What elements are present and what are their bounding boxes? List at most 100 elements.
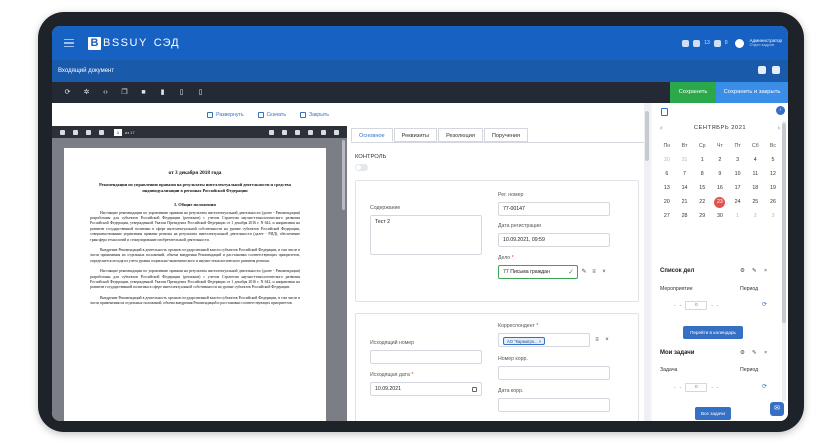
- viewer-scrollbar[interactable]: [342, 140, 345, 210]
- calendar-day[interactable]: 21: [676, 199, 694, 205]
- refresh-icon[interactable]: ⟳: [762, 383, 767, 390]
- tasks-count[interactable]: 0: [685, 383, 708, 392]
- copy-icon[interactable]: ❐: [121, 89, 128, 96]
- calendar-day[interactable]: 2: [711, 157, 729, 163]
- correspondent-field[interactable]: АО "Кармагро... ×: [498, 333, 590, 347]
- expand-button[interactable]: Развернуть: [207, 111, 244, 118]
- calendar-day[interactable]: 13: [658, 185, 676, 191]
- settings-icon[interactable]: [758, 66, 766, 74]
- close-icon[interactable]: ×: [764, 268, 769, 274]
- calendar-day[interactable]: 6: [658, 171, 676, 177]
- arrow-down-icon[interactable]: [99, 129, 104, 135]
- right-panel-scrollbar[interactable]: [782, 121, 786, 401]
- list-icon[interactable]: ≡: [591, 269, 597, 275]
- calendar-day[interactable]: 29: [693, 213, 711, 219]
- outgoing-date-field[interactable]: 10.09.2021: [370, 382, 482, 396]
- user-info[interactable]: Администратор Отдел кадров: [750, 38, 782, 48]
- all-tasks-button[interactable]: Все задачи: [695, 407, 731, 420]
- form-scroll-thumb[interactable]: [645, 111, 649, 161]
- download-button[interactable]: Скачать: [257, 111, 286, 118]
- calendar-day[interactable]: 25: [746, 199, 764, 205]
- case-field[interactable]: 77 Письма граждан ✓: [498, 265, 578, 279]
- calendar-day[interactable]: 19: [764, 185, 782, 191]
- save-and-close-button[interactable]: Сохранить и закрыть: [716, 82, 788, 103]
- file-icon[interactable]: ▯: [178, 89, 185, 96]
- search-icon[interactable]: [73, 129, 78, 135]
- calendar-day[interactable]: 20: [658, 199, 676, 205]
- corr-number-field[interactable]: [498, 366, 610, 380]
- refresh-icon[interactable]: ⟳: [762, 301, 767, 308]
- right-panel-scroll-thumb[interactable]: [782, 123, 786, 323]
- tools-icon[interactable]: [334, 129, 339, 135]
- logo[interactable]: B BSSUY СЭД: [88, 36, 180, 50]
- control-toggle[interactable]: [355, 164, 368, 171]
- presentation-icon[interactable]: [269, 129, 274, 135]
- edit-icon[interactable]: ✎: [752, 268, 757, 274]
- tab-requisites[interactable]: Реквизиты: [393, 128, 438, 142]
- document-icon[interactable]: ▯: [197, 89, 204, 96]
- save-button[interactable]: Сохранить: [670, 82, 716, 103]
- refresh-icon[interactable]: ⟳: [64, 89, 71, 96]
- calendar-day[interactable]: 3: [729, 157, 747, 163]
- corr-date-field[interactable]: [498, 398, 610, 412]
- code-icon[interactable]: ‹›: [102, 89, 109, 96]
- calendar-day[interactable]: 26: [764, 199, 782, 205]
- calendar-day[interactable]: 7: [676, 171, 694, 177]
- bell-icon[interactable]: [713, 39, 721, 47]
- reg-date-field[interactable]: 10.09.2021, 09:59: [498, 233, 610, 247]
- clear-icon[interactable]: ×: [601, 269, 607, 275]
- next-month-icon[interactable]: ›: [778, 125, 780, 132]
- settings-icon[interactable]: ⚙: [740, 268, 745, 274]
- close-button[interactable]: Закрыть: [300, 111, 329, 118]
- calendar-day[interactable]: 16: [711, 185, 729, 191]
- more-icon[interactable]: [772, 66, 780, 74]
- clear-icon[interactable]: ×: [604, 337, 610, 343]
- avatar[interactable]: [734, 38, 744, 48]
- reg-number-field[interactable]: 77-00147: [498, 202, 610, 216]
- open-file-icon[interactable]: [282, 129, 287, 135]
- calendar-day[interactable]: 27: [658, 213, 676, 219]
- arrow-up-icon[interactable]: [86, 129, 91, 135]
- print-icon[interactable]: [295, 129, 300, 135]
- calendar-day[interactable]: 2: [746, 213, 764, 219]
- calendar-day[interactable]: 24: [729, 199, 747, 205]
- calendar-day[interactable]: 5: [764, 157, 782, 163]
- settings-icon[interactable]: ⚙: [740, 350, 745, 356]
- menu-icon[interactable]: [56, 30, 82, 56]
- tab-assignments[interactable]: Поручения: [483, 128, 529, 142]
- content-field[interactable]: Тест 2: [370, 215, 482, 255]
- form-scrollbar[interactable]: [644, 103, 650, 421]
- edit-icon[interactable]: ✎: [752, 350, 757, 356]
- goto-calendar-button[interactable]: Перейти в календарь: [683, 326, 743, 339]
- calendar-day[interactable]: 28: [676, 213, 694, 219]
- calendar-day[interactable]: 1: [729, 213, 747, 219]
- calendar-day[interactable]: 17: [729, 185, 747, 191]
- calendar-day[interactable]: 31: [676, 157, 694, 163]
- calendar-day[interactable]: 14: [676, 185, 694, 191]
- calendar-day[interactable]: 3: [764, 213, 782, 219]
- grid-icon[interactable]: [682, 39, 690, 47]
- calendar-day[interactable]: 4: [746, 157, 764, 163]
- calendar-day[interactable]: 15: [693, 185, 711, 191]
- tab-main[interactable]: Основное: [351, 128, 393, 142]
- calendar-day[interactable]: 1: [693, 157, 711, 163]
- chat-icon[interactable]: ✉: [770, 402, 784, 416]
- gear-icon[interactable]: ✲: [83, 89, 90, 96]
- calendar-day[interactable]: 9: [711, 171, 729, 177]
- list-icon[interactable]: ≡: [594, 337, 600, 343]
- prev-month-icon[interactable]: ‹: [660, 125, 662, 132]
- window-icon[interactable]: ■: [140, 89, 147, 96]
- calendar-day[interactable]: 8: [693, 171, 711, 177]
- cases-count[interactable]: 0: [685, 301, 708, 310]
- save-icon[interactable]: [308, 129, 313, 135]
- calendar-day[interactable]: 11: [746, 171, 764, 177]
- sidebar-toggle-icon[interactable]: [60, 129, 65, 135]
- calendar-day[interactable]: 30: [711, 213, 729, 219]
- bookmark-icon[interactable]: [321, 129, 326, 135]
- pdf-viewport[interactable]: от 3 декабря 2018 года Рекомендации по у…: [52, 138, 347, 421]
- delete-icon[interactable]: ▮: [159, 89, 166, 96]
- close-icon[interactable]: ×: [764, 350, 769, 356]
- calendar-day[interactable]: 18: [746, 185, 764, 191]
- tab-resolution[interactable]: Резолюция: [438, 128, 483, 142]
- edit-icon[interactable]: ✎: [581, 269, 587, 275]
